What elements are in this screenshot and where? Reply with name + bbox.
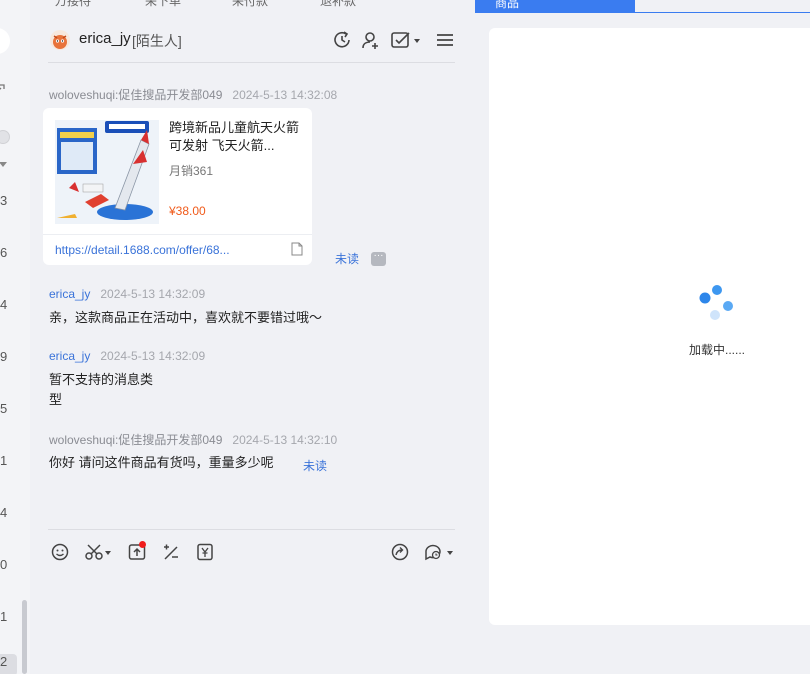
sender-name: erica_jy	[49, 349, 91, 363]
timestamp: 2024-5-13 14:32:08	[232, 88, 338, 102]
message-meta: woloveshuqi:促佳搜品开发部049 2024-5-13 14:32:08	[49, 86, 337, 103]
menu-icon[interactable]	[434, 29, 456, 51]
quick-reply-icon[interactable]	[423, 542, 455, 562]
list-count: 4	[0, 297, 8, 312]
timestamp: 2024-5-13 14:32:09	[100, 287, 206, 301]
scissors-icon[interactable]	[84, 542, 112, 562]
notification-dot	[139, 541, 146, 548]
sender-name: erica_jy	[49, 287, 91, 301]
refresh-clock-icon[interactable]	[331, 29, 353, 51]
chat-header: erica_jy [陌生人]	[48, 25, 455, 63]
emoji-icon[interactable]	[50, 542, 70, 562]
list-count: 6	[0, 245, 8, 260]
timestamp: 2024-5-13 14:32:09	[100, 349, 206, 363]
message-meta: erica_jy 2024-5-13 14:32:09	[49, 287, 205, 301]
user-add-icon[interactable]	[360, 29, 382, 51]
message-line: 暂不支持的消息类	[49, 372, 154, 387]
share-icon[interactable]	[390, 542, 410, 562]
tab-order[interactable]: 采下单	[145, 0, 181, 9]
sender-name: woloveshuqi:促佳搜品开发部049	[49, 433, 223, 447]
message-text: 暂不支持的消息类 型	[49, 370, 153, 410]
list-count: 1	[0, 453, 8, 468]
list-count: 5	[0, 401, 8, 416]
tab-product-label: 商品	[495, 0, 520, 10]
product-sales: 月销361	[169, 164, 214, 178]
message-text: 亲，这款商品正在活动中，喜欢就不要错过哦～	[49, 310, 323, 325]
list-count: 9	[0, 349, 8, 364]
list-count: 0	[0, 557, 8, 572]
more-options-icon[interactable]: ···	[371, 251, 386, 266]
product-image[interactable]	[55, 120, 159, 224]
task-check-icon[interactable]	[390, 29, 422, 51]
conversation-list-edge: 3 6 4 9 5 1 4 0 1 2	[0, 0, 30, 674]
caret-down-icon	[0, 162, 7, 167]
list-count: 4	[0, 505, 8, 520]
contact-tag: [陌生人]	[132, 33, 182, 49]
tab-reception[interactable]: 万接待	[55, 0, 91, 9]
tab-refund[interactable]: 退补款	[320, 0, 356, 9]
message-line: 型	[49, 392, 63, 407]
list-item-selected[interactable]: 2	[0, 654, 17, 674]
unread-status: 未读	[303, 459, 328, 473]
product-card[interactable]: 跨境新品儿童航天火箭可发射 飞天火箭... 月销361 ¥38.00 https…	[43, 108, 312, 265]
avatar[interactable]	[50, 30, 70, 50]
tab-payment[interactable]: 采付款	[232, 0, 268, 9]
message-meta: woloveshuqi:促佳搜品开发部049 2024-5-13 14:32:10	[49, 431, 337, 448]
timestamp: 2024-5-13 14:32:10	[232, 433, 338, 447]
tab-underline	[635, 12, 810, 13]
content-panel: 加载中......	[489, 28, 810, 625]
chat-pane: 万接待 采下单 采付款 退补款 erica_jy [陌生人] woloveshu…	[30, 0, 475, 674]
scrollbar[interactable]	[22, 600, 27, 674]
loading-text: 加载中......	[689, 343, 746, 357]
document-icon[interactable]	[291, 242, 303, 256]
product-price: ¥38.00	[169, 204, 206, 218]
loading-spinner-icon	[699, 285, 733, 320]
list-count: 3	[0, 193, 8, 208]
unread-status: 未读	[335, 252, 360, 266]
message-meta: erica_jy 2024-5-13 14:32:09	[49, 349, 205, 363]
sender-name: woloveshuqi:促佳搜品开发部049	[49, 88, 223, 102]
right-pane: 商品 加载中......	[475, 0, 810, 674]
status-circle	[0, 130, 10, 144]
product-link-row[interactable]: https://detail.1688.com/offer/68...	[43, 234, 312, 265]
contact-name[interactable]: erica_jy	[79, 30, 131, 47]
product-link[interactable]: https://detail.1688.com/offer/68...	[55, 243, 230, 257]
discount-icon[interactable]	[161, 542, 181, 562]
link-icon	[0, 84, 5, 90]
search-pill[interactable]	[0, 28, 10, 54]
list-count: 1	[0, 609, 8, 624]
top-tabs: 万接待 采下单 采付款 退补款	[30, 0, 475, 9]
message-text: 你好 请问这件商品有货吗，重量多少呢	[49, 455, 274, 470]
yen-icon[interactable]	[195, 542, 215, 562]
product-title[interactable]: 跨境新品儿童航天火箭可发射 飞天火箭...	[169, 119, 303, 155]
input-toolbar	[48, 529, 455, 569]
tab-product[interactable]: 商品	[475, 0, 635, 13]
